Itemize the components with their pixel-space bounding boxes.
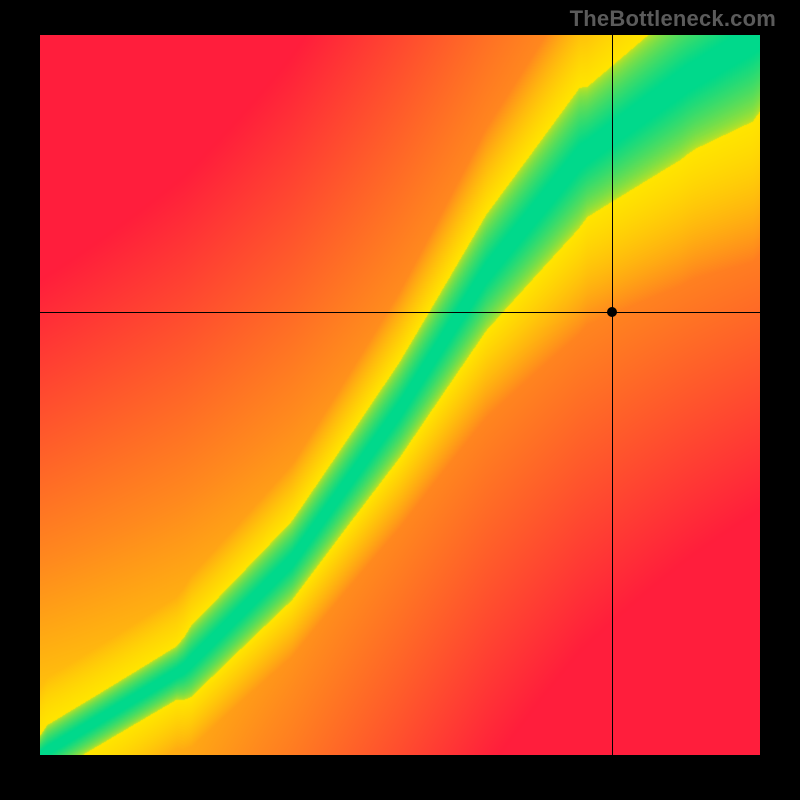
- watermark-text: TheBottleneck.com: [570, 6, 776, 32]
- heatmap-canvas: [40, 35, 760, 755]
- chart-frame: TheBottleneck.com: [0, 0, 800, 800]
- heatmap-plot[interactable]: [40, 35, 760, 755]
